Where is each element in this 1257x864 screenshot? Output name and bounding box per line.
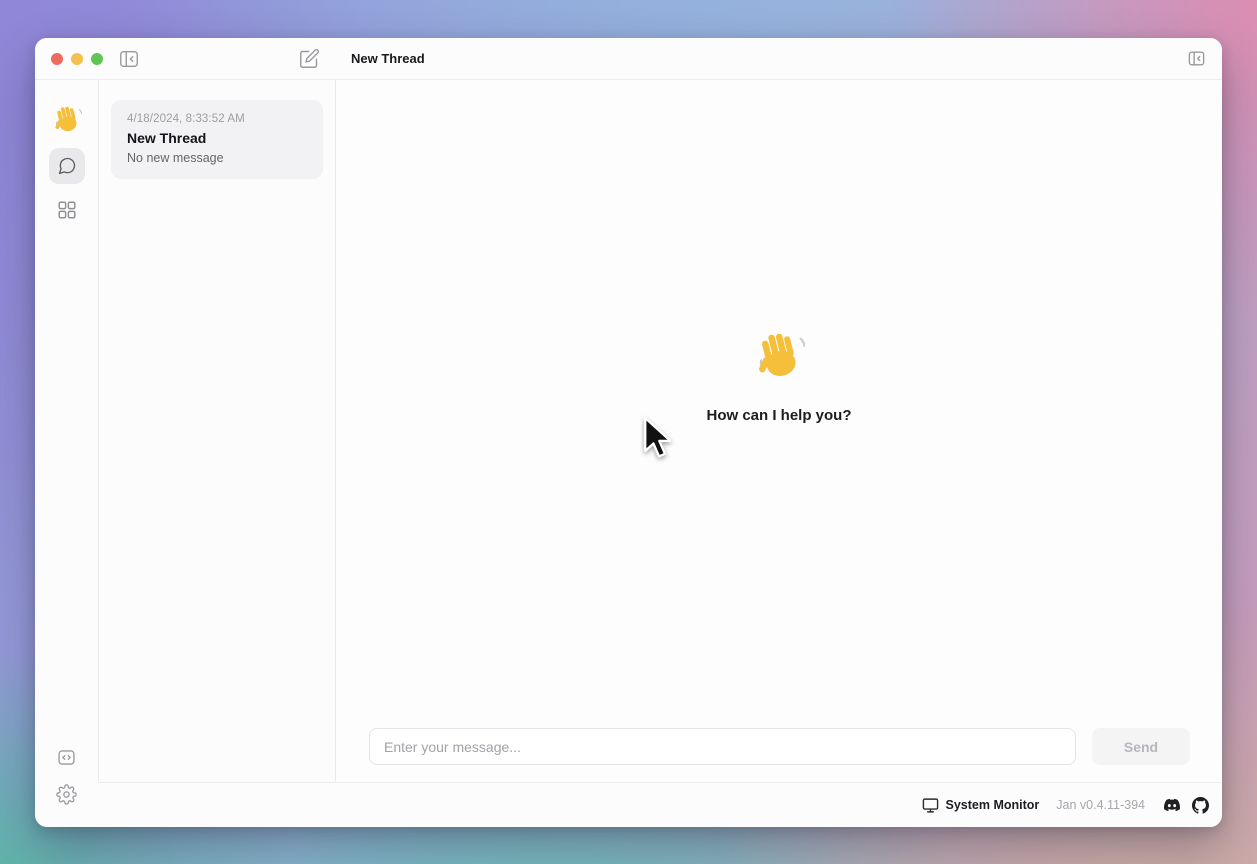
thread-timestamp: 4/18/2024, 8:33:52 AM (127, 113, 307, 125)
thread-title: New Thread (127, 130, 307, 146)
thread-list-item[interactable]: 4/18/2024, 8:33:52 AM New Thread No new … (111, 100, 323, 179)
sidebar-item-local-api-server[interactable] (56, 747, 77, 768)
close-window-button[interactable] (51, 53, 63, 65)
system-monitor-label: System Monitor (946, 798, 1040, 812)
rail-top-group (49, 104, 85, 228)
message-input[interactable] (369, 728, 1076, 765)
status-footer: System Monitor Jan v0.4.11-394 (98, 782, 1222, 827)
message-input-row: Send (369, 728, 1190, 765)
wave-hand-icon (753, 329, 805, 381)
app-version-label: Jan v0.4.11-394 (1056, 798, 1145, 812)
zoom-window-button[interactable] (91, 53, 103, 65)
chat-bubble-icon (57, 156, 77, 176)
sidebar-item-settings[interactable] (56, 784, 77, 805)
left-icon-rail (35, 80, 98, 827)
discord-icon (1162, 797, 1182, 813)
new-thread-button[interactable] (299, 48, 320, 69)
code-server-icon (56, 747, 77, 768)
thread-list-panel: 4/18/2024, 8:33:52 AM New Thread No new … (99, 80, 335, 782)
page-title: New Thread (351, 51, 425, 66)
discord-link[interactable] (1162, 797, 1182, 813)
github-link[interactable] (1192, 797, 1209, 814)
footer-links (1162, 797, 1209, 814)
jan-app-window: New Thread (35, 38, 1222, 827)
panel-right-toggle-icon (1187, 49, 1206, 68)
monitor-icon (922, 797, 939, 814)
sidebar-item-hub[interactable] (49, 192, 85, 228)
titlebar-main-section: New Thread (335, 38, 1222, 79)
system-monitor-button[interactable]: System Monitor (922, 797, 1040, 814)
desktop-background: New Thread (0, 0, 1257, 864)
greeting-text: How can I help you? (706, 407, 851, 424)
panel-left-toggle-icon (118, 48, 140, 70)
threads-main-divider (335, 80, 336, 782)
wave-hand-icon (52, 104, 82, 134)
sidebar-item-threads[interactable] (49, 148, 85, 184)
github-icon (1192, 797, 1209, 814)
gear-icon (56, 784, 77, 805)
titlebar: New Thread (35, 38, 1222, 80)
toggle-right-panel-button[interactable] (1187, 49, 1206, 68)
toggle-left-panel-button[interactable] (118, 48, 140, 70)
thread-last-message: No new message (127, 151, 307, 165)
rail-divider (98, 80, 99, 782)
send-button[interactable]: Send (1092, 728, 1190, 765)
rail-bottom-group (56, 747, 77, 805)
traffic-lights (51, 53, 103, 65)
chat-main-panel: How can I help you? Send (336, 80, 1222, 782)
compose-new-thread-icon (299, 48, 320, 69)
titlebar-left-section (35, 38, 335, 79)
minimize-window-button[interactable] (71, 53, 83, 65)
grid-hub-icon (56, 199, 78, 221)
empty-thread-greeting: How can I help you? (336, 80, 1222, 672)
